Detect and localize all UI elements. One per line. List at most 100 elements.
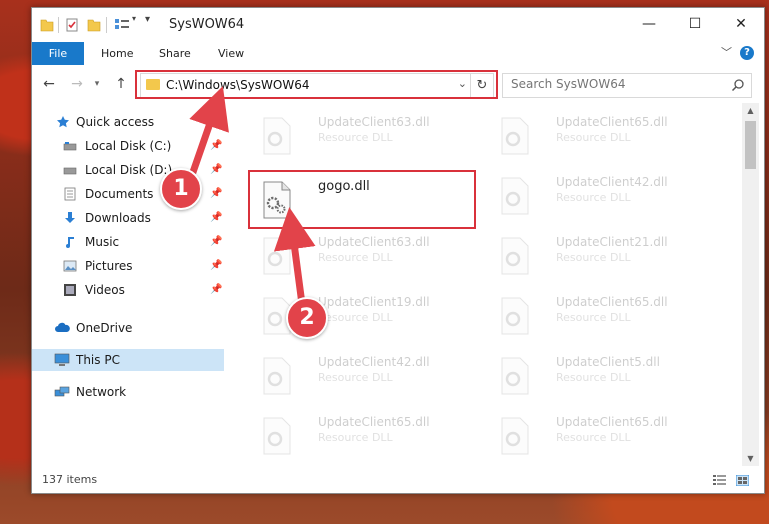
maximize-button[interactable]: ☐ [672, 8, 718, 40]
file-name: UpdateClient19.dll [318, 295, 430, 309]
pin-icon[interactable]: 📌 [210, 255, 222, 277]
sidebar-item-local-disk-c[interactable]: Local Disk (C:) 📌 [32, 135, 230, 157]
file-type: Resource DLL [318, 311, 393, 324]
file-explorer-window: ▾ ▾ SysWOW64 — ☐ ✕ File Home Share View … [31, 7, 765, 494]
file-type: Resource DLL [318, 131, 393, 144]
sidebar-item-onedrive[interactable]: OneDrive [32, 317, 230, 339]
sidebar-item-label: Videos [85, 283, 125, 297]
pin-icon[interactable]: 📌 [210, 135, 222, 157]
address-bar-highlight [135, 70, 498, 99]
sidebar-item-label: Pictures [85, 259, 133, 273]
sidebar-item-pictures[interactable]: Pictures 📌 [32, 255, 230, 277]
sidebar-item-label: Network [76, 385, 127, 399]
list-item[interactable]: UpdateClient65.dll Resource DLL [488, 289, 718, 341]
pin-icon[interactable]: 📌 [210, 207, 222, 229]
navigation-pane: Quick access Local Disk (C:) 📌 Local Dis… [32, 103, 230, 466]
list-item[interactable]: UpdateClient42.dll Resource DLL [488, 169, 718, 221]
back-arrow-icon[interactable]: ← [40, 75, 58, 93]
minimize-button[interactable]: — [626, 8, 672, 40]
list-item[interactable]: UpdateClient65.dll Resource DLL [488, 109, 718, 161]
forward-arrow-icon[interactable]: → [68, 75, 86, 93]
dll-file-icon [501, 177, 529, 215]
pin-icon[interactable]: 📌 [210, 159, 222, 181]
pictures-icon [63, 260, 77, 272]
tab-share[interactable]: Share [159, 42, 191, 65]
tab-view[interactable]: View [218, 42, 244, 65]
file-name: UpdateClient65.dll [556, 115, 668, 129]
list-item[interactable]: UpdateClient65.dll Resource DLL [488, 409, 718, 461]
properties-icon[interactable] [65, 17, 79, 33]
scroll-down-arrow-icon[interactable]: ▼ [742, 451, 759, 466]
sidebar-item-quick-access[interactable]: Quick access [32, 111, 230, 133]
file-name: UpdateClient21.dll [556, 235, 668, 249]
download-icon [65, 212, 75, 223]
help-icon[interactable]: ? [740, 46, 754, 60]
dll-file-icon [263, 237, 291, 275]
search-icon[interactable] [731, 78, 745, 92]
file-name: UpdateClient63.dll [318, 115, 430, 129]
recent-locations-chevron-icon[interactable]: ▾ [88, 75, 106, 93]
pin-icon[interactable]: 📌 [210, 231, 222, 253]
file-type: Resource DLL [556, 251, 631, 264]
file-name: UpdateClient5.dll [556, 355, 660, 369]
pin-icon[interactable]: 📌 [210, 279, 222, 301]
pin-icon[interactable]: 📌 [210, 183, 222, 205]
file-name: UpdateClient42.dll [556, 175, 668, 189]
list-item[interactable]: UpdateClient65.dll Resource DLL [250, 409, 480, 461]
dll-file-icon [263, 357, 291, 395]
list-item[interactable]: UpdateClient21.dll Resource DLL [488, 229, 718, 281]
sidebar-item-label: Music [85, 235, 120, 249]
drive-icon [63, 167, 77, 175]
file-type: Resource DLL [556, 131, 631, 144]
sidebar-item-downloads[interactable]: Downloads 📌 [32, 207, 230, 229]
file-highlight [248, 170, 476, 229]
list-item[interactable]: UpdateClient63.dll Resource DLL [250, 229, 480, 281]
large-icons-view-icon[interactable] [736, 475, 749, 486]
ribbon: File Home Share View ﹀ ? [32, 40, 764, 66]
window-title: SysWOW64 [169, 17, 245, 32]
details-view-icon[interactable] [713, 475, 726, 486]
up-arrow-icon[interactable]: ↑ [112, 75, 130, 93]
list-item[interactable]: UpdateClient19.dll Resource DLL [250, 289, 480, 341]
step-1-callout: 1 [160, 168, 202, 210]
file-type: Resource DLL [318, 251, 393, 264]
sidebar-item-label: Quick access [76, 115, 155, 129]
expand-ribbon-chevron-icon[interactable]: ﹀ [721, 44, 732, 60]
tab-home[interactable]: Home [101, 42, 133, 65]
dll-file-icon [501, 237, 529, 275]
file-type: Resource DLL [556, 311, 631, 324]
list-item[interactable]: UpdateClient42.dll Resource DLL [250, 349, 480, 401]
sidebar-item-music[interactable]: Music 📌 [32, 231, 230, 253]
star-icon [57, 116, 69, 128]
tab-file[interactable]: File [32, 42, 84, 65]
file-name: UpdateClient63.dll [318, 235, 430, 249]
drive-icon [63, 142, 77, 151]
file-name: UpdateClient65.dll [556, 295, 668, 309]
list-item[interactable]: UpdateClient5.dll Resource DLL [488, 349, 718, 401]
sidebar-item-label: This PC [76, 353, 120, 367]
customize-toolbar-icon[interactable] [114, 17, 130, 33]
navigation-bar: ← → ▾ ↑ C:\Windows\SysWOW64 ⌄ ↻ [32, 65, 764, 103]
folder-icon [40, 19, 54, 32]
divider [58, 17, 59, 33]
quick-access-toolbar-dropdown[interactable]: ▾ [145, 14, 150, 30]
sidebar-item-this-pc[interactable]: This PC [32, 349, 224, 371]
file-type: Resource DLL [556, 371, 631, 384]
dll-file-icon [501, 357, 529, 395]
computer-icon [54, 353, 70, 366]
vertical-scrollbar[interactable]: ▲ ▼ [742, 103, 759, 466]
sidebar-item-network[interactable]: Network [32, 381, 230, 403]
file-type: Resource DLL [318, 431, 393, 444]
sidebar-item-videos[interactable]: Videos 📌 [32, 279, 230, 301]
scroll-up-arrow-icon[interactable]: ▲ [742, 103, 759, 118]
title-bar: ▾ ▾ SysWOW64 — ☐ ✕ [32, 8, 764, 40]
search-box[interactable] [502, 73, 752, 98]
chevron-down-icon[interactable]: ▾ [132, 14, 136, 30]
close-button[interactable]: ✕ [718, 8, 764, 40]
list-item[interactable]: UpdateClient63.dll Resource DLL [250, 109, 480, 161]
new-folder-icon[interactable] [87, 17, 101, 33]
search-input[interactable] [511, 77, 721, 91]
scrollbar-thumb[interactable] [745, 121, 756, 169]
cloud-icon [55, 322, 70, 332]
sidebar-item-local-disk-d[interactable]: Local Disk (D:) 📌 [32, 159, 230, 181]
